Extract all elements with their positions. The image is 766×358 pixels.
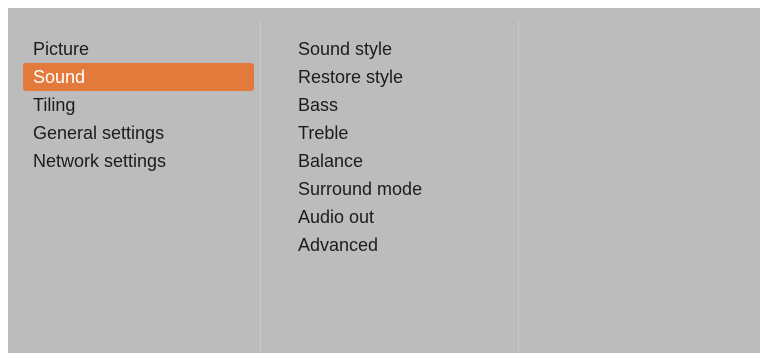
main-menu-item-network-settings[interactable]: Network settings (23, 147, 254, 175)
sound-submenu: Sound style Restore style Bass Treble Ba… (297, 35, 507, 259)
main-menu-item-sound[interactable]: Sound (23, 63, 254, 91)
sound-submenu-column: Sound style Restore style Bass Treble Ba… (261, 8, 518, 353)
main-menu-item-general-settings[interactable]: General settings (23, 119, 254, 147)
submenu-item-bass[interactable]: Bass (297, 91, 507, 119)
submenu-item-advanced[interactable]: Advanced (297, 231, 507, 259)
submenu-item-surround-mode[interactable]: Surround mode (297, 175, 507, 203)
main-menu-column: Picture Sound Tiling General settings Ne… (8, 8, 260, 353)
main-menu: Picture Sound Tiling General settings Ne… (23, 35, 254, 175)
submenu-item-audio-out[interactable]: Audio out (297, 203, 507, 231)
main-menu-item-picture[interactable]: Picture (23, 35, 254, 63)
submenu-item-sound-style[interactable]: Sound style (297, 35, 507, 63)
submenu-item-treble[interactable]: Treble (297, 119, 507, 147)
submenu-item-balance[interactable]: Balance (297, 147, 507, 175)
detail-column (519, 8, 760, 353)
osd-menu-panel: Picture Sound Tiling General settings Ne… (8, 8, 760, 353)
main-menu-item-tiling[interactable]: Tiling (23, 91, 254, 119)
submenu-item-restore-style[interactable]: Restore style (297, 63, 507, 91)
